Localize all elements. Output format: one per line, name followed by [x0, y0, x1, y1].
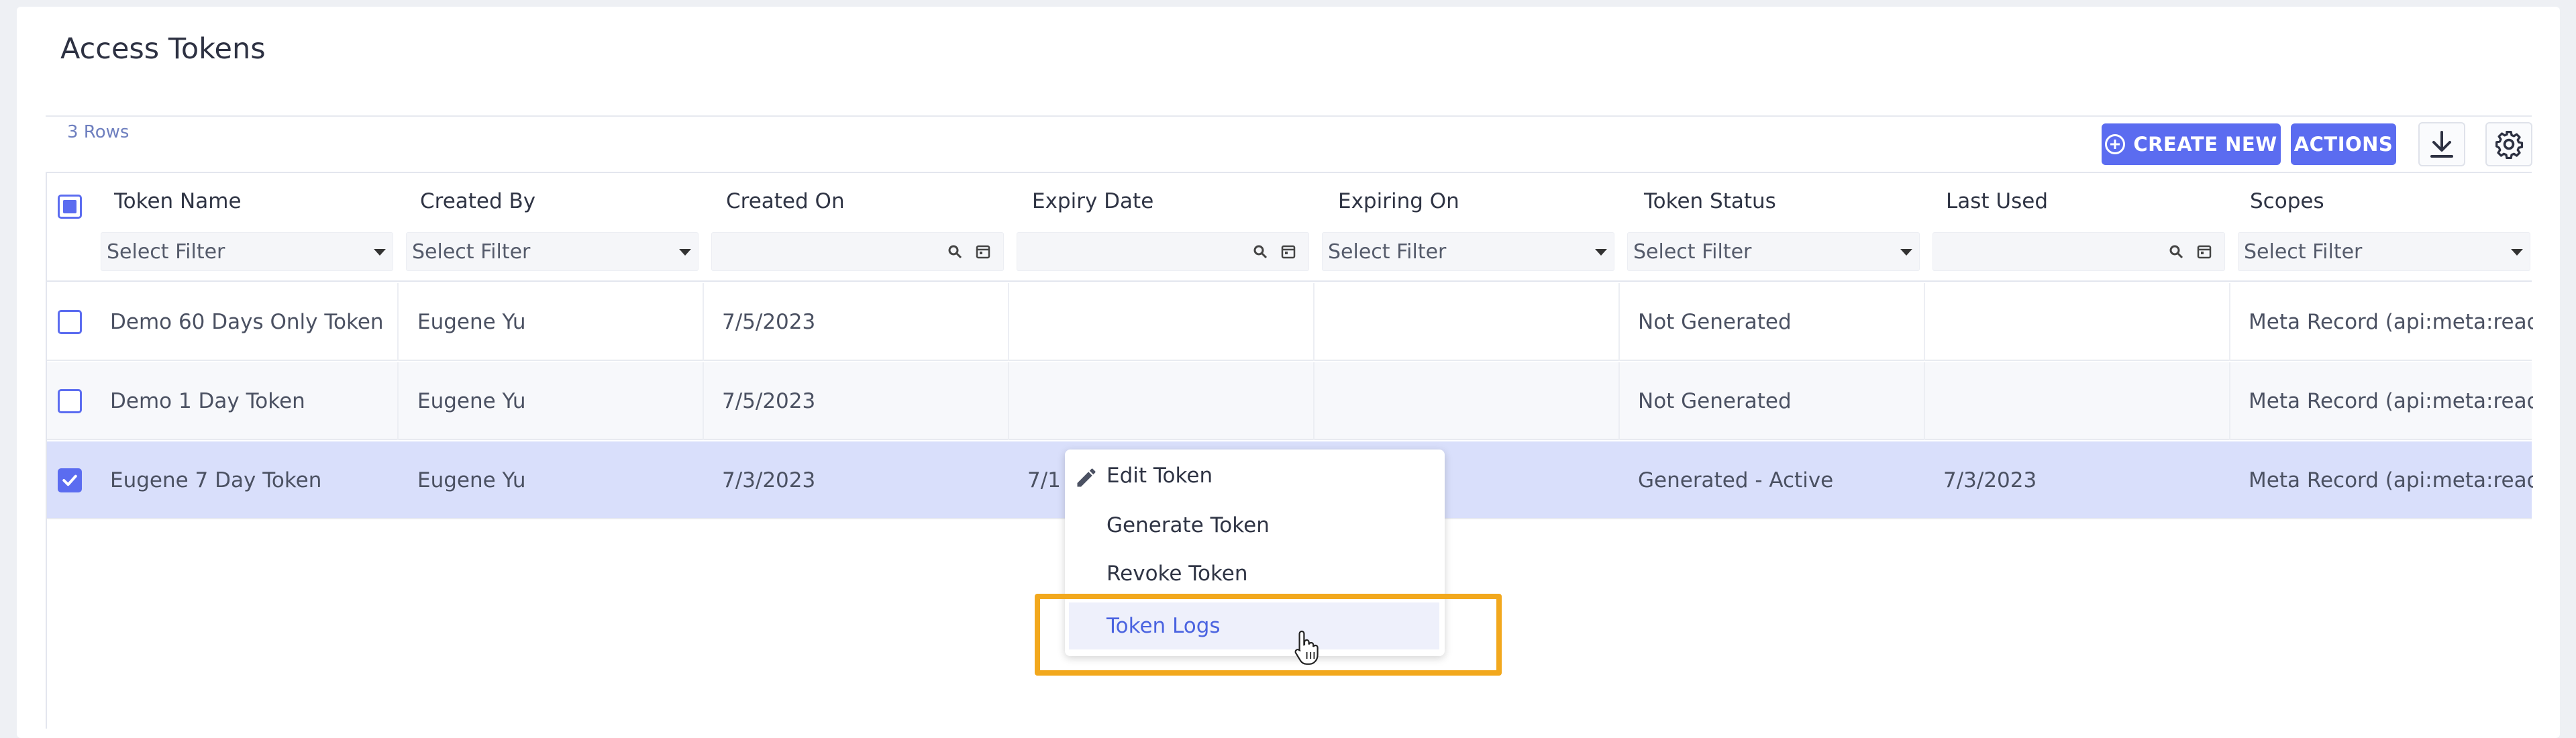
- column-separator: [1313, 362, 1315, 440]
- column-separator: [1924, 362, 1925, 440]
- column-separator: [397, 362, 399, 440]
- hand-cursor-icon: [1294, 630, 1319, 665]
- column-separator: [2229, 362, 2230, 440]
- menu-item-label: Revoke Token: [1106, 562, 1248, 586]
- column-separator: [2229, 283, 2230, 361]
- menu-item-label: Token Logs: [1106, 614, 1221, 638]
- column-separator: [397, 283, 399, 361]
- caret-down-icon: [679, 249, 691, 256]
- filter-token-name-value: Select Filter: [107, 240, 225, 264]
- pencil-icon: [1077, 468, 1096, 487]
- plus-circle-icon: [2105, 134, 2126, 154]
- cell-last-used: [1943, 283, 2225, 361]
- create-new-button[interactable]: CREATE NEW: [2102, 123, 2281, 165]
- filter-created-by-value: Select Filter: [412, 240, 531, 264]
- cell-expiry-date: [1027, 283, 1309, 361]
- menu-item-edit-token[interactable]: Edit Token: [1065, 452, 1445, 499]
- download-button[interactable]: [2418, 122, 2465, 166]
- cell-token-name: Demo 60 Days Only Token: [110, 310, 384, 334]
- create-new-label: CREATE NEW: [2133, 133, 2277, 156]
- table-row[interactable]: Demo 1 Day Token Eugene Yu 7/5/2023 Not …: [47, 362, 2533, 440]
- caret-down-icon: [1595, 249, 1607, 256]
- filter-expiry-date[interactable]: [1017, 232, 1309, 271]
- row-checkbox[interactable]: [58, 310, 82, 334]
- column-header-created-on[interactable]: Created On: [726, 189, 845, 213]
- filter-scopes[interactable]: Select Filter: [2238, 232, 2530, 271]
- column-header-token-status[interactable]: Token Status: [1644, 189, 1776, 213]
- cell-expiry-date: [1027, 362, 1309, 440]
- caret-down-icon: [1900, 249, 1912, 256]
- search-icon[interactable]: [2168, 244, 2184, 260]
- search-icon[interactable]: [947, 244, 963, 260]
- settings-button[interactable]: [2485, 122, 2532, 166]
- actions-label: ACTIONS: [2294, 133, 2393, 156]
- cell-created-on: 7/5/2023: [722, 389, 816, 413]
- filter-created-on[interactable]: [711, 232, 1004, 271]
- column-separator: [703, 362, 704, 440]
- column-separator: [1313, 283, 1315, 361]
- column-separator: [1008, 362, 1009, 440]
- column-separator: [1618, 362, 1620, 440]
- row-checkbox[interactable]: [58, 389, 82, 413]
- column-header-created-by[interactable]: Created By: [420, 189, 535, 213]
- menu-item-token-logs[interactable]: Token Logs: [1069, 602, 1439, 649]
- cell-created-by: Eugene Yu: [417, 468, 526, 492]
- column-separator: [1008, 283, 1009, 361]
- menu-item-revoke-token[interactable]: Revoke Token: [1065, 550, 1445, 597]
- filter-expiring-on[interactable]: Select Filter: [1322, 232, 1614, 271]
- column-header-scopes[interactable]: Scopes: [2250, 189, 2324, 213]
- page-title: Access Tokens: [60, 32, 266, 66]
- cell-token-status: Not Generated: [1638, 389, 1792, 413]
- select-all-checkbox[interactable]: [58, 195, 82, 219]
- cell-created-by: Eugene Yu: [417, 389, 526, 413]
- cell-expiring-on: [1333, 362, 1614, 440]
- filter-token-status-value: Select Filter: [1633, 240, 1752, 264]
- checkmark-icon: [62, 474, 77, 486]
- table-row[interactable]: Demo 60 Days Only Token Eugene Yu 7/5/20…: [47, 283, 2533, 361]
- column-header-token-name[interactable]: Token Name: [114, 189, 242, 213]
- actions-button[interactable]: ACTIONS: [2291, 123, 2396, 165]
- column-separator: [1924, 283, 1925, 361]
- cell-created-by: Eugene Yu: [417, 310, 526, 334]
- column-header-last-used[interactable]: Last Used: [1946, 189, 2048, 213]
- column-header-expiring-on[interactable]: Expiring On: [1338, 189, 1459, 213]
- divider: [46, 115, 2532, 117]
- cell-token-name: Demo 1 Day Token: [110, 389, 305, 413]
- row-count: 3 Rows: [67, 122, 130, 142]
- cell-scopes: Meta Record (api:meta:read)...: [2249, 389, 2533, 413]
- filter-expiring-on-value: Select Filter: [1328, 240, 1447, 264]
- cell-token-status: Generated - Active: [1638, 468, 1834, 492]
- menu-item-label: Generate Token: [1106, 513, 1270, 537]
- cell-last-used: [1943, 362, 2225, 440]
- column-separator: [703, 283, 704, 361]
- cell-created-on: 7/3/2023: [722, 468, 816, 492]
- gear-icon: [2495, 131, 2524, 159]
- filter-token-name[interactable]: Select Filter: [101, 232, 393, 271]
- search-icon[interactable]: [1252, 244, 1268, 260]
- calendar-icon[interactable]: [2196, 244, 2212, 260]
- column-header-expiry-date[interactable]: Expiry Date: [1032, 189, 1153, 213]
- menu-item-label: Edit Token: [1106, 464, 1213, 488]
- grid-header: Token Name Created By Created On Expiry …: [47, 173, 2532, 282]
- cell-created-on: 7/5/2023: [722, 310, 816, 334]
- cell-scopes: Meta Record (api:meta:read)...: [2249, 468, 2533, 492]
- cell-token-status: Not Generated: [1638, 310, 1792, 334]
- calendar-icon[interactable]: [1280, 244, 1296, 260]
- cell-token-name: Eugene 7 Day Token: [110, 468, 322, 492]
- cell-last-used: 7/3/2023: [1943, 468, 2037, 492]
- download-icon: [2430, 131, 2453, 158]
- filter-created-by[interactable]: Select Filter: [406, 232, 699, 271]
- column-separator: [1618, 283, 1620, 361]
- caret-down-icon: [2511, 249, 2523, 256]
- menu-item-generate-token[interactable]: Generate Token: [1065, 502, 1445, 549]
- row-context-menu: Edit Token Generate Token Revoke Token T…: [1065, 450, 1445, 656]
- cell-expiring-on: [1333, 283, 1614, 361]
- caret-down-icon: [374, 249, 386, 256]
- cell-scopes: Meta Record (api:meta:read)...: [2249, 310, 2533, 334]
- filter-scopes-value: Select Filter: [2244, 240, 2363, 264]
- row-checkbox[interactable]: [58, 468, 82, 492]
- filter-last-used[interactable]: [1933, 232, 2225, 271]
- calendar-icon[interactable]: [975, 244, 991, 260]
- filter-token-status[interactable]: Select Filter: [1627, 232, 1920, 271]
